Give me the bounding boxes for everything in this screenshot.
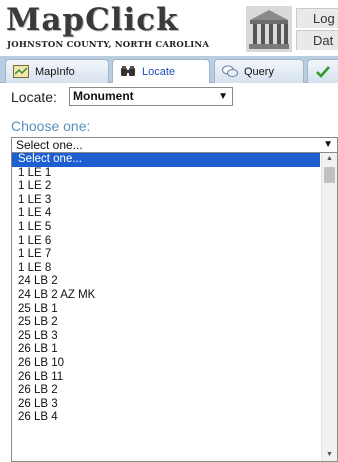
tab-mapinfo-label: MapInfo — [35, 66, 75, 78]
locate-panel: Locate: Monument ▼ Choose one: Select on… — [0, 83, 338, 462]
monument-dropdown-list[interactable]: Select one... 1 LE 11 LE 21 LE 31 LE 41 L… — [11, 153, 338, 462]
dropdown-option[interactable]: 1 LE 4 — [12, 207, 320, 221]
dropdown-option[interactable]: 24 LB 2 AZ MK — [12, 289, 320, 303]
scroll-down-arrow-icon[interactable]: ▼ — [322, 449, 337, 461]
chevron-down-icon: ▼ — [218, 91, 228, 102]
dropdown-option[interactable]: 1 LE 1 — [12, 167, 320, 181]
dropdown-option[interactable]: 26 LB 4 — [12, 411, 320, 425]
dropdown-option[interactable]: 24 LB 2 — [12, 275, 320, 289]
logo-subtitle: JOHNSTON COUNTY, NORTH CAROLINA — [7, 40, 210, 50]
dropdown-option[interactable]: 26 LB 3 — [12, 398, 320, 412]
dropdown-option[interactable]: 1 LE 7 — [12, 248, 320, 262]
list-scrollbar[interactable]: ▲ ▼ — [321, 153, 337, 461]
tab-locate-label: Locate — [142, 66, 176, 78]
tab-locate[interactable]: Locate — [112, 59, 210, 84]
dropdown-option[interactable]: 26 LB 2 — [12, 384, 320, 398]
logo-title: MapClick — [6, 2, 179, 38]
scroll-up-arrow-icon[interactable]: ▲ — [322, 153, 337, 165]
dropdown-option[interactable]: 26 LB 10 — [12, 357, 320, 371]
checkmark-icon — [316, 66, 330, 78]
monument-select-value: Select one... — [16, 138, 83, 152]
login-link[interactable]: Log — [296, 8, 338, 28]
dropdown-option[interactable]: 25 LB 3 — [12, 330, 320, 344]
locate-label: Locate: — [11, 89, 57, 105]
options-container: Select one... 1 LE 11 LE 21 LE 31 LE 41 L… — [12, 153, 337, 425]
app-header: MapClick JOHNSTON COUNTY, NORTH CAROLINA… — [0, 0, 338, 55]
data-link[interactable]: Dat — [296, 30, 338, 50]
choose-label: Choose one: — [11, 118, 91, 134]
tab-bar: MapInfo Locate Query — [0, 56, 338, 84]
dropdown-option[interactable]: 1 LE 6 — [12, 235, 320, 249]
dropdown-option[interactable]: 26 LB 11 — [12, 371, 320, 385]
dropdown-option[interactable]: 1 LE 8 — [12, 262, 320, 276]
locate-type-value: Monument — [73, 89, 134, 103]
tab-check[interactable] — [307, 59, 338, 83]
dropdown-option[interactable]: 1 LE 5 — [12, 221, 320, 235]
tab-mapinfo[interactable]: MapInfo — [5, 59, 109, 83]
dropdown-option[interactable]: 1 LE 3 — [12, 194, 320, 208]
tab-query[interactable]: Query — [214, 59, 304, 83]
header-links: Log Dat — [296, 8, 338, 52]
speech-bubbles-icon — [222, 65, 238, 77]
dropdown-option[interactable]: 1 LE 2 — [12, 180, 320, 194]
monument-select[interactable]: Select one... ▼ — [11, 137, 338, 153]
map-icon — [13, 65, 29, 78]
dropdown-option[interactable]: Select one... — [12, 153, 320, 167]
tab-query-label: Query — [244, 66, 274, 78]
chevron-down-icon: ▼ — [323, 139, 333, 150]
binoculars-icon — [121, 66, 135, 76]
dropdown-option[interactable]: 26 LB 1 — [12, 343, 320, 357]
scroll-thumb[interactable] — [324, 167, 335, 183]
dropdown-option[interactable]: 25 LB 1 — [12, 303, 320, 317]
courthouse-icon — [246, 6, 292, 52]
dropdown-option[interactable]: 25 LB 2 — [12, 316, 320, 330]
mapclick-logo: MapClick JOHNSTON COUNTY, NORTH CAROLINA — [6, 2, 244, 52]
locate-type-select[interactable]: Monument ▼ — [69, 87, 233, 106]
